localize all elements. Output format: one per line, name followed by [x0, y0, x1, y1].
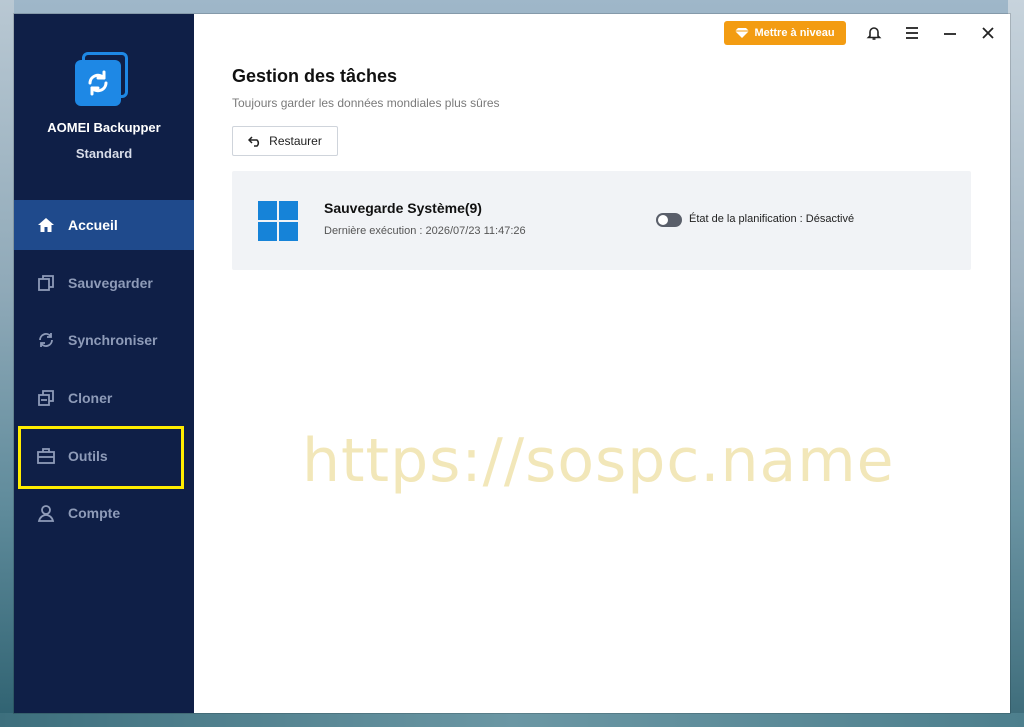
- sync-arrows-icon: [75, 60, 121, 106]
- task-name: Sauvegarde Système(9): [324, 200, 482, 216]
- page-title: Gestion des tâches: [232, 66, 398, 86]
- sync-icon: [36, 330, 56, 350]
- watermark: https://sospc.name: [302, 426, 895, 496]
- schedule-state: État de la planification : Désactivé: [689, 213, 855, 225]
- restore-button[interactable]: Restaurer: [232, 126, 338, 156]
- close-icon[interactable]: [976, 22, 1000, 44]
- sidebar-item-label: Accueil: [68, 217, 118, 233]
- task-last-run: Dernière exécution : 2026/07/23 11:47:26: [324, 225, 526, 237]
- diamond-icon: [735, 27, 750, 39]
- clone-icon: [36, 388, 56, 408]
- upgrade-label: Mettre à niveau: [754, 27, 835, 39]
- minimize-icon[interactable]: [938, 22, 962, 44]
- upgrade-button[interactable]: Mettre à niveau: [724, 21, 846, 45]
- highlight-annotation: [18, 426, 184, 489]
- main-panel: Mettre à niveau Gestion des tâches Toujo…: [194, 14, 1010, 713]
- sidebar-item-label: Sauvegarder: [68, 275, 153, 291]
- sidebar-item-compte[interactable]: Compte: [14, 488, 194, 538]
- app-edition: Standard: [75, 146, 133, 161]
- sidebar-item-sauvegarder[interactable]: Sauvegarder: [14, 258, 194, 308]
- sidebar-item-synchroniser[interactable]: Synchroniser: [14, 315, 194, 365]
- page-subtitle: Toujours garder les données mondiales pl…: [232, 96, 500, 110]
- undo-icon: [248, 135, 262, 147]
- menu-icon[interactable]: [900, 22, 924, 44]
- sidebar: AOMEI Backupper Standard Accueil Sauvega…: [14, 14, 194, 713]
- sidebar-item-cloner[interactable]: Cloner: [14, 373, 194, 423]
- home-icon: [36, 215, 56, 235]
- user-icon: [36, 503, 56, 523]
- desktop-wallpaper-left: [0, 0, 14, 727]
- schedule-toggle[interactable]: [656, 213, 682, 227]
- desktop-wallpaper-bottom: [0, 713, 1024, 727]
- sidebar-item-label: Cloner: [68, 390, 113, 406]
- app-window: AOMEI Backupper Standard Accueil Sauvega…: [14, 14, 1010, 713]
- windows-logo-icon: [258, 201, 298, 241]
- task-card[interactable]: Sauvegarde Système(9) Dernière exécution…: [232, 171, 971, 270]
- app-logo: [72, 50, 132, 110]
- sidebar-item-label: Compte: [68, 505, 121, 521]
- sidebar-item-accueil[interactable]: Accueil: [14, 200, 194, 250]
- desktop-wallpaper-right: [1008, 0, 1024, 727]
- backup-icon: [36, 273, 56, 293]
- restore-label: Restaurer: [269, 134, 322, 148]
- sidebar-item-label: Synchroniser: [68, 332, 158, 348]
- bell-icon[interactable]: [862, 22, 886, 44]
- app-name: AOMEI Backupper: [47, 120, 161, 135]
